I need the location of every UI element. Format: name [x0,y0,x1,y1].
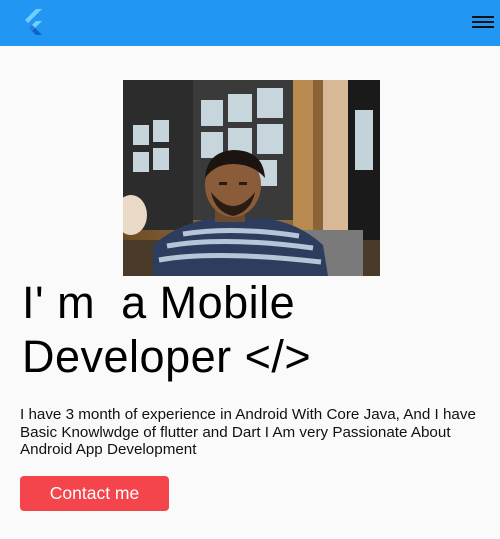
bio-text: I have 3 month of experience in Android … [20,406,476,458]
contact-button[interactable]: Contact me [20,476,169,511]
hamburger-menu-icon[interactable] [472,13,494,31]
profile-photo-image [123,80,380,276]
hero-headline: I' m a Mobile Developer </> [22,277,312,382]
profile-photo [123,80,380,276]
app-bar [0,0,500,46]
flutter-logo-icon[interactable] [22,9,46,35]
